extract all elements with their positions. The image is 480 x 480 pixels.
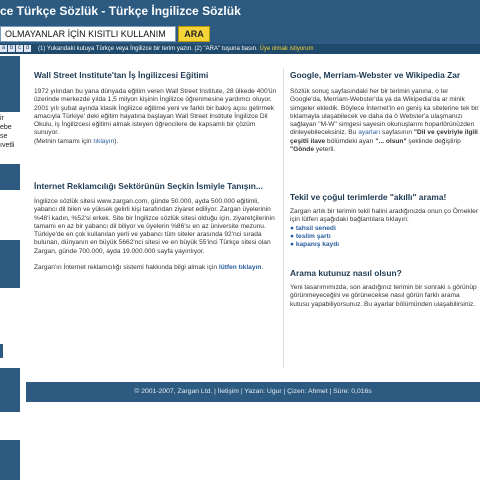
sidebar-marker	[0, 344, 3, 358]
section-heading-smart: Tekil ve çoğul terimlerde "akıllı" arama…	[290, 192, 447, 202]
sidebar-box-menu: ir ebe se ıvetli	[0, 112, 20, 164]
google-bold-3: "Gönde	[290, 146, 315, 154]
example-list: ● tahsil senedi ● teslim şartı ● kapanış…	[290, 225, 480, 250]
google-mid-1: sayfasının	[380, 129, 414, 137]
letter-box[interactable]: d	[24, 45, 31, 52]
section-heading-google: Google, Merriam-Webster ve Wikipedia Zar	[290, 70, 461, 80]
google-tail: yeterli.	[315, 146, 336, 154]
more-prefix: (Metnin tamamı için	[34, 137, 94, 145]
section-body-smart: Zargan artık bir terimin tekil halini ar…	[290, 208, 479, 224]
ad-info-line: Zargan'ın İnternet reklamcılığı sistemi …	[34, 264, 278, 272]
section-body-wsi: 1972 yılından bu yana dünyada eğitim ver…	[34, 88, 277, 137]
column-divider	[283, 68, 284, 368]
sidebar-item[interactable]: se	[0, 132, 20, 141]
footer: © 2001-2007, Zargan Ltd. | İletişim | Ya…	[26, 382, 480, 402]
example-item[interactable]: ● kapanış kaydı	[290, 241, 480, 249]
section-body-searchbox: Yeni tasarımımızda, son aradığınız terim…	[290, 284, 477, 308]
letter-box[interactable]: a	[0, 45, 7, 52]
section-heading-searchbox: Arama kutunuz nasıl olsun?	[290, 268, 402, 278]
more-suffix: ).	[114, 137, 119, 145]
example-item[interactable]: ● tahsil senedi	[290, 225, 480, 233]
signup-link[interactable]: Üye olmak istiyorum	[259, 46, 313, 52]
letter-box[interactable]: c	[16, 45, 23, 52]
right-column-smart: Tekil ve çoğul terimlerde "akıllı" arama…	[290, 192, 480, 249]
section-heading-ads: İnternet Reklamcılığı Sektörünün Seçkin …	[34, 181, 263, 191]
ad-info-link[interactable]: lütfen tıklayın	[219, 264, 262, 271]
letter-box[interactable]: b	[8, 45, 15, 52]
sidebar-item[interactable]: ir	[0, 114, 20, 123]
right-column: Google, Merriam-Webster ve Wikipedia Zar…	[290, 70, 480, 154]
section-heading-wsi: Wall Street Institute'tan İş İngilizcesi…	[34, 70, 209, 80]
google-bold-2: "... olsun"	[375, 137, 407, 145]
left-column-ads: İnternet Reklamcılığı Sektörünün Seçkin …	[34, 181, 278, 272]
example-item[interactable]: ● teslim şartı	[290, 233, 480, 241]
search-button[interactable]: ARA	[178, 26, 210, 42]
google-mid-2: bölümdeki ayarı	[325, 137, 376, 145]
search-input[interactable]	[0, 26, 176, 42]
section-body-ads: İngilizce sözlük sitesi www.zargan.com, …	[34, 198, 275, 255]
sidebar-item[interactable]: ebe	[0, 123, 20, 132]
instructions-text: (1) Yukarıdaki kutuya Türkçe veya İngili…	[38, 46, 258, 52]
sidebar-box	[0, 412, 20, 440]
ad-info-text: Zargan'ın İnternet reklamcılığı sistemi …	[34, 264, 219, 272]
sidebar-box	[0, 190, 20, 240]
example-link[interactable]: kapanış kaydı	[296, 241, 339, 248]
letter-index: abcd	[0, 45, 32, 53]
more-line: (Metnin tamamı için tıklayın).	[34, 138, 278, 146]
sidebar-item[interactable]: ıvetli	[0, 141, 20, 150]
example-link[interactable]: teslim şartı	[296, 233, 331, 240]
search-instructions: (1) Yukarıdaki kutuya Türkçe veya İngili…	[38, 45, 314, 53]
sidebar-box	[0, 288, 20, 368]
settings-link[interactable]: ayarları	[358, 129, 380, 136]
section-body-google: Sözlük sonuç sayfasındaki her bir terimi…	[290, 88, 480, 154]
right-column-searchbox: Arama kutunuz nasıl olsun? Yeni tasarımı…	[290, 268, 480, 309]
google-mid-3: şeklinde değiştirip	[406, 137, 461, 145]
site-title: ce Türkçe Sözlük - Türkçe İngilizce Sözl…	[0, 4, 241, 18]
left-column: Wall Street Institute'tan İş İngilizcesi…	[34, 70, 278, 146]
ad-info-suffix: .	[261, 264, 264, 272]
example-link[interactable]: tahsil senedi	[296, 225, 336, 232]
more-link[interactable]: tıklayın	[93, 138, 114, 145]
